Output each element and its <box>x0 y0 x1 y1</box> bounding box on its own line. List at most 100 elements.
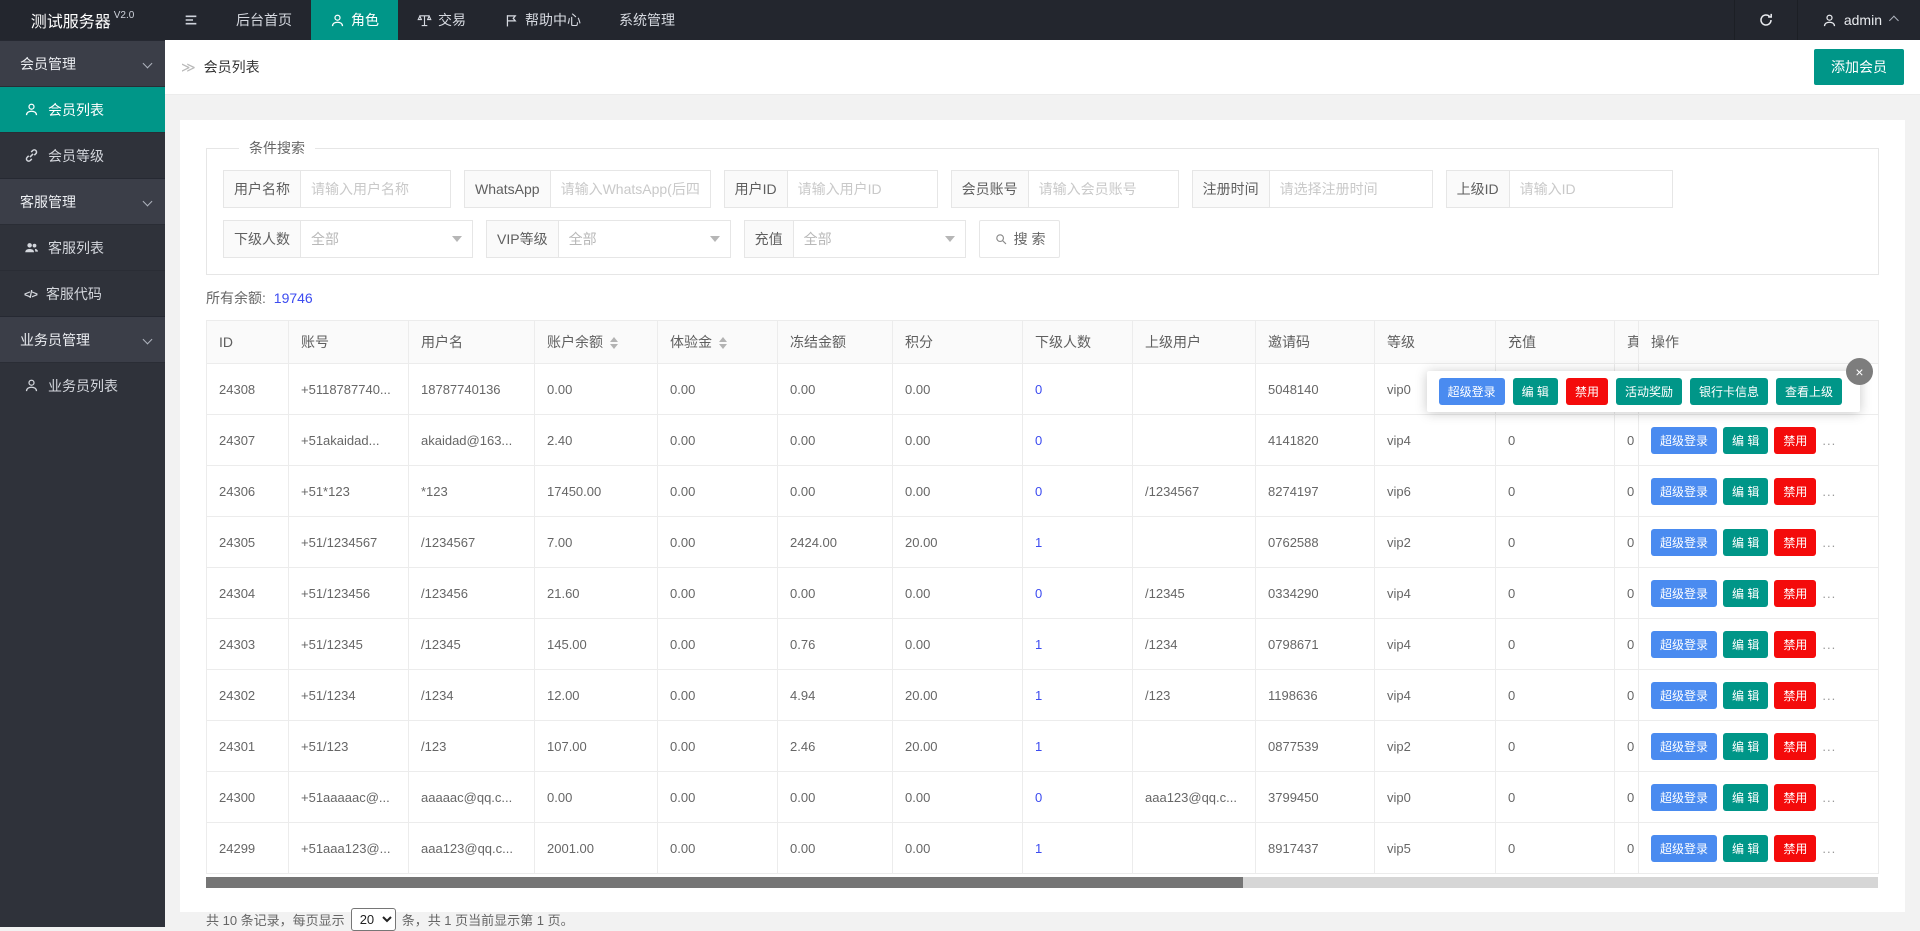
sidebar-group-3[interactable]: 业务员管理 <box>0 316 165 362</box>
more-actions-button[interactable]: ... <box>1822 688 1836 703</box>
col-header-label: 充值 <box>1508 334 1536 350</box>
more-actions-button[interactable]: ... <box>1822 586 1836 601</box>
popup-action-activity-reward-button[interactable]: 活动奖励 <box>1616 378 1682 405</box>
nav-item-help[interactable]: 帮助中心 <box>485 0 600 40</box>
action-super-login-button[interactable]: 超级登录 <box>1651 682 1717 709</box>
nav-item-role[interactable]: 角色 <box>311 0 398 40</box>
popup-action-super-login-button[interactable]: 超级登录 <box>1439 378 1505 405</box>
refresh-icon[interactable] <box>1734 0 1798 40</box>
cell-points: 0.00 <box>893 415 1023 466</box>
sidebar-item-service-code[interactable]: </>客服代码 <box>0 270 165 316</box>
action-edit-button[interactable]: 编 辑 <box>1723 784 1768 811</box>
subordinates-link[interactable]: 1 <box>1035 535 1042 550</box>
action-disable-button[interactable]: 禁用 <box>1774 478 1816 505</box>
action-edit-button[interactable]: 编 辑 <box>1723 631 1768 658</box>
subordinates-link[interactable]: 0 <box>1035 433 1042 448</box>
search-field-input[interactable] <box>1270 170 1433 208</box>
sidebar-item-salesman-list[interactable]: 业务员列表 <box>0 362 165 408</box>
popup-action-disable-button[interactable]: 禁用 <box>1566 378 1608 405</box>
subordinates-link[interactable]: 1 <box>1035 688 1042 703</box>
search-field-input[interactable] <box>788 170 938 208</box>
cell-subs: 0 <box>1023 772 1133 823</box>
action-disable-button[interactable]: 禁用 <box>1774 427 1816 454</box>
search-select-value[interactable]: 全部 <box>559 220 731 258</box>
action-edit-button[interactable]: 编 辑 <box>1723 478 1768 505</box>
more-actions-button[interactable]: ... <box>1822 841 1836 856</box>
search-select-value[interactable]: 全部 <box>794 220 966 258</box>
more-actions-button[interactable]: ... <box>1822 790 1836 805</box>
add-member-button[interactable]: 添加会员 <box>1814 49 1904 85</box>
subordinates-link[interactable]: 0 <box>1035 484 1042 499</box>
search-field-input[interactable] <box>301 170 451 208</box>
popup-action-edit-button[interactable]: 编 辑 <box>1513 378 1558 405</box>
cell-real: 0 <box>1615 772 1639 823</box>
sort-desc-icon[interactable] <box>719 344 727 349</box>
subordinates-link[interactable]: 1 <box>1035 637 1042 652</box>
sidebar-item-service-list[interactable]: 客服列表 <box>0 224 165 270</box>
sort-asc-icon[interactable] <box>610 337 618 342</box>
nav-item-system[interactable]: 系统管理 <box>600 0 694 40</box>
action-disable-button[interactable]: 禁用 <box>1774 835 1816 862</box>
action-disable-button[interactable]: 禁用 <box>1774 682 1816 709</box>
sort-icon[interactable] <box>610 337 618 349</box>
cell-actions: 超级登录编 辑禁用... <box>1639 619 1879 670</box>
action-super-login-button[interactable]: 超级登录 <box>1651 835 1717 862</box>
action-edit-button[interactable]: 编 辑 <box>1723 580 1768 607</box>
search-button[interactable]: 搜 索 <box>979 220 1061 258</box>
sidebar-group-1[interactable]: 会员管理 <box>0 40 165 86</box>
search-select-value[interactable]: 全部 <box>301 220 473 258</box>
search-select-2: VIP等级全部 <box>486 220 731 258</box>
action-disable-button[interactable]: 禁用 <box>1774 580 1816 607</box>
cell-frozen: 0.76 <box>778 619 893 670</box>
action-edit-button[interactable]: 编 辑 <box>1723 682 1768 709</box>
more-actions-button[interactable]: ... <box>1822 739 1836 754</box>
popup-action-view-parent-button[interactable]: 查看上级 <box>1776 378 1842 405</box>
sort-desc-icon[interactable] <box>610 344 618 349</box>
user-menu[interactable]: admin <box>1798 0 1920 40</box>
action-super-login-button[interactable]: 超级登录 <box>1651 427 1717 454</box>
action-edit-button[interactable]: 编 辑 <box>1723 835 1768 862</box>
sidebar-group-2[interactable]: 客服管理 <box>0 178 165 224</box>
action-super-login-button[interactable]: 超级登录 <box>1651 631 1717 658</box>
cell-level: vip2 <box>1375 721 1496 772</box>
page-size-select[interactable]: 20 <box>351 908 396 931</box>
subordinates-link[interactable]: 0 <box>1035 586 1042 601</box>
action-disable-button[interactable]: 禁用 <box>1774 631 1816 658</box>
popup-close-icon[interactable]: × <box>1846 358 1873 385</box>
horizontal-scrollbar[interactable] <box>206 877 1878 888</box>
more-actions-button[interactable]: ... <box>1822 637 1836 652</box>
sidebar-item-member-list[interactable]: 会员列表 <box>0 86 165 132</box>
action-super-login-button[interactable]: 超级登录 <box>1651 529 1717 556</box>
cell-points: 0.00 <box>893 568 1023 619</box>
action-super-login-button[interactable]: 超级登录 <box>1651 580 1717 607</box>
search-field-input[interactable] <box>1510 170 1673 208</box>
nav-item-trade[interactable]: 交易 <box>398 0 485 40</box>
sort-icon[interactable] <box>719 337 727 349</box>
popup-action-bank-card-info-button[interactable]: 银行卡信息 <box>1690 378 1768 405</box>
more-actions-button[interactable]: ... <box>1822 535 1836 550</box>
action-edit-button[interactable]: 编 辑 <box>1723 733 1768 760</box>
action-super-login-button[interactable]: 超级登录 <box>1651 478 1717 505</box>
nav-item-home[interactable]: 后台首页 <box>217 0 311 40</box>
search-field-input[interactable] <box>551 170 711 208</box>
subordinates-link[interactable]: 1 <box>1035 739 1042 754</box>
subordinates-link[interactable]: 0 <box>1035 382 1042 397</box>
search-field-input[interactable] <box>1029 170 1179 208</box>
hamburger-menu-icon[interactable] <box>165 0 217 40</box>
subordinates-link[interactable]: 0 <box>1035 790 1042 805</box>
action-super-login-button[interactable]: 超级登录 <box>1651 784 1717 811</box>
more-actions-button[interactable]: ... <box>1822 484 1836 499</box>
action-edit-button[interactable]: 编 辑 <box>1723 427 1768 454</box>
table-row: 24304+51/123456/12345621.600.000.000.000… <box>207 568 1879 619</box>
action-disable-button[interactable]: 禁用 <box>1774 784 1816 811</box>
sidebar-item-member-level[interactable]: 会员等级 <box>0 132 165 178</box>
cell-recharge: 0 <box>1496 466 1615 517</box>
subordinates-link[interactable]: 1 <box>1035 841 1042 856</box>
action-disable-button[interactable]: 禁用 <box>1774 733 1816 760</box>
scrollbar-thumb[interactable] <box>206 877 1243 888</box>
more-actions-button[interactable]: ... <box>1822 433 1836 448</box>
action-edit-button[interactable]: 编 辑 <box>1723 529 1768 556</box>
sort-asc-icon[interactable] <box>719 337 727 342</box>
action-disable-button[interactable]: 禁用 <box>1774 529 1816 556</box>
action-super-login-button[interactable]: 超级登录 <box>1651 733 1717 760</box>
